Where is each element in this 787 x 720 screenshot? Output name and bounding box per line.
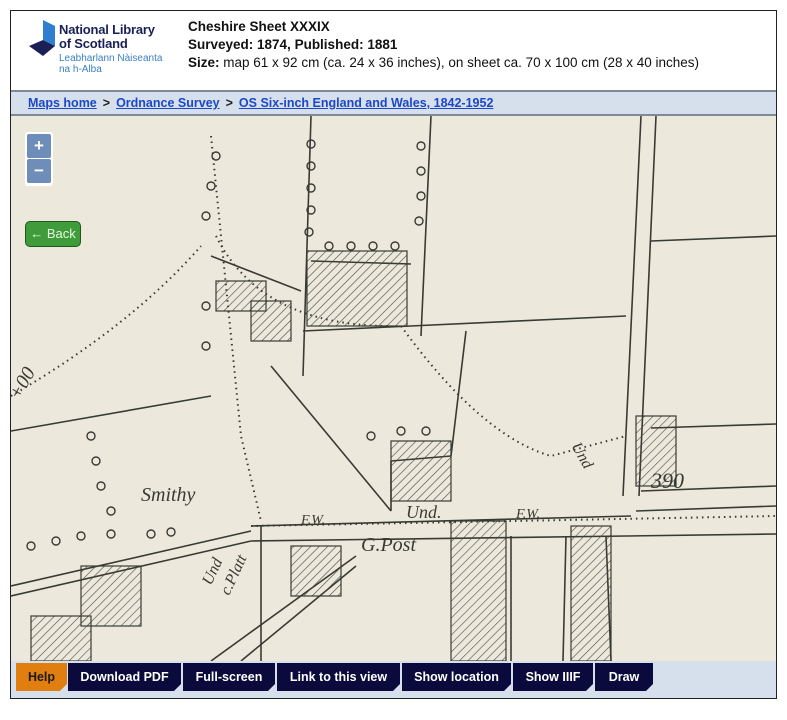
map-label-plan: c.Platt — [217, 552, 250, 598]
breadcrumb-os-six-inch[interactable]: OS Six-inch England and Wales, 1842-1952 — [239, 96, 494, 110]
breadcrumb-separator: > — [225, 96, 233, 110]
map-trees — [26, 139, 431, 551]
map-label-fw1: F.W. — [300, 513, 325, 528]
map-label-gpost: G.Post — [361, 534, 416, 556]
nls-logo-icon — [29, 20, 55, 56]
header: National Library of Scotland Leabharlann… — [11, 11, 776, 90]
link-to-view-button[interactable]: Link to this view — [277, 663, 400, 691]
historic-map-canvas[interactable]: Smithy F.W. Und. F.W. G.Post Und c.Platt… — [11, 116, 776, 661]
logo-name-line1: National Library — [59, 22, 155, 37]
draw-button[interactable]: Draw — [595, 663, 653, 691]
size-value: map 61 x 92 cm (ca. 24 x 36 inches), on … — [219, 55, 700, 70]
viewer-frame: National Library of Scotland Leabharlann… — [10, 10, 777, 699]
map-label-und3: Und — [568, 440, 597, 473]
size-label: Size: — [188, 55, 220, 70]
show-location-button[interactable]: Show location — [402, 663, 511, 691]
map-label-parcel: 390 — [650, 468, 684, 493]
breadcrumb-ordnance-survey[interactable]: Ordnance Survey — [116, 96, 220, 110]
logo-name-line2: of Scotland — [59, 36, 128, 51]
breadcrumb-maps-home[interactable]: Maps home — [28, 96, 97, 110]
map-label-edge: +00 — [11, 363, 40, 403]
breadcrumb: Maps home > Ordnance Survey > OS Six-inch En… — [11, 90, 776, 116]
map-label-und1: Und. — [406, 502, 442, 522]
show-iiif-button[interactable]: Show IIIF — [513, 663, 593, 691]
zoom-out-button[interactable]: − — [27, 159, 51, 183]
logo-gaelic-line2: na h-Alba — [59, 64, 102, 75]
zoom-in-button[interactable]: + — [27, 134, 51, 158]
bottom-toolbar: Help Download PDF Full-screen Link to th… — [11, 661, 776, 698]
full-screen-button[interactable]: Full-screen — [183, 663, 275, 691]
map-title: Cheshire Sheet XXXIX — [188, 19, 330, 34]
map-label-fw2: F.W. — [515, 507, 540, 522]
download-pdf-button[interactable]: Download PDF — [68, 663, 181, 691]
map-metadata: Cheshire Sheet XXXIX Surveyed: 1874, Pub… — [188, 18, 699, 72]
map-size: Size: map 61 x 92 cm (ca. 24 x 36 inches… — [188, 54, 699, 72]
map-label-smithy: Smithy — [141, 484, 196, 506]
back-button[interactable]: ← Back — [25, 221, 81, 247]
nls-logo[interactable]: National Library of Scotland Leabharlann… — [29, 20, 179, 82]
map-dates: Surveyed: 1874, Published: 1881 — [188, 37, 398, 52]
logo-gaelic-line1: Leabharlann Nàiseanta — [59, 53, 163, 64]
map-viewer[interactable]: Smithy F.W. Und. F.W. G.Post Und c.Platt… — [11, 116, 776, 661]
zoom-control: + − — [25, 132, 53, 186]
breadcrumb-separator: > — [102, 96, 111, 110]
help-button[interactable]: Help — [16, 663, 67, 691]
